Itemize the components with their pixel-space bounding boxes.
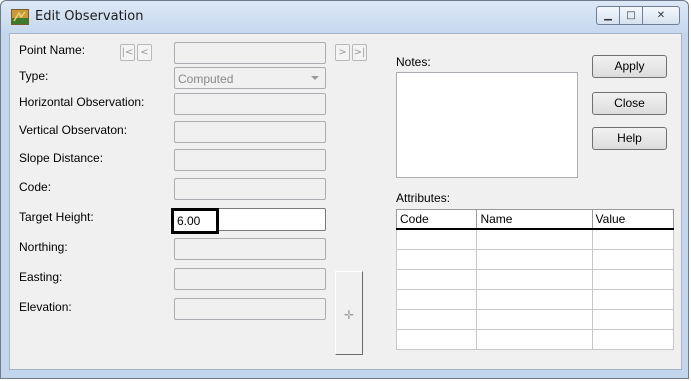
table-cell[interactable] xyxy=(591,329,675,350)
column-header-code[interactable]: Code xyxy=(395,209,478,230)
minimize-icon: ▁ xyxy=(604,10,612,21)
table-cell[interactable] xyxy=(476,309,593,330)
table-row[interactable] xyxy=(395,329,675,350)
table-cell[interactable] xyxy=(591,269,675,290)
previous-point-button[interactable]: < xyxy=(137,44,152,61)
close-icon: ✕ xyxy=(656,10,666,21)
table-row[interactable] xyxy=(395,228,675,250)
table-cell[interactable] xyxy=(395,329,478,350)
table-cell[interactable] xyxy=(395,309,478,330)
target-height-label: Target Height: xyxy=(19,210,94,224)
attributes-label: Attributes: xyxy=(396,191,451,205)
table-cell[interactable] xyxy=(395,228,478,250)
pick-coordinate-button[interactable]: ✛ xyxy=(335,271,363,355)
title-bar[interactable]: Edit Observation ▁ □ ✕ xyxy=(1,1,688,33)
vertical-observation-field[interactable] xyxy=(174,121,326,143)
code-field[interactable] xyxy=(174,178,326,200)
table-cell[interactable] xyxy=(591,249,675,270)
northing-field[interactable] xyxy=(174,238,326,260)
table-cell[interactable] xyxy=(591,289,675,310)
easting-field[interactable] xyxy=(174,268,326,290)
table-cell[interactable] xyxy=(476,249,593,270)
table-cell[interactable] xyxy=(476,329,593,350)
table-cell[interactable] xyxy=(591,228,675,250)
horizontal-observation-field[interactable] xyxy=(174,93,326,115)
target-height-value: 6.00 xyxy=(177,214,201,228)
apply-button[interactable]: Apply xyxy=(592,55,667,78)
attributes-table: Code Name Value xyxy=(395,209,675,350)
window-title: Edit Observation xyxy=(35,9,144,24)
close-window-button[interactable]: ✕ xyxy=(642,6,680,25)
table-cell[interactable] xyxy=(395,269,478,290)
attributes-header-row: Code Name Value xyxy=(395,209,675,230)
point-name-label: Point Name: xyxy=(19,43,86,57)
vertical-observation-label: Vertical Observaton: xyxy=(19,123,128,137)
maximize-button[interactable]: □ xyxy=(619,6,643,25)
notes-textarea[interactable] xyxy=(396,72,578,178)
target-height-highlight: 6.00 xyxy=(171,208,219,234)
table-cell[interactable] xyxy=(476,269,593,290)
table-row[interactable] xyxy=(395,269,675,290)
northing-label: Northing: xyxy=(19,240,68,254)
horizontal-observation-label: Horizontal Observation: xyxy=(19,95,145,109)
slope-distance-field[interactable] xyxy=(174,149,326,171)
table-cell[interactable] xyxy=(395,249,478,270)
help-button[interactable]: Help xyxy=(592,127,667,150)
table-row[interactable] xyxy=(395,289,675,310)
point-name-field[interactable] xyxy=(174,42,326,64)
elevation-label: Elevation: xyxy=(19,300,72,314)
column-header-value[interactable]: Value xyxy=(591,209,675,230)
elevation-field[interactable] xyxy=(174,298,326,320)
first-point-button[interactable]: |< xyxy=(120,44,135,61)
close-button[interactable]: Close xyxy=(592,92,667,115)
crosshair-icon: ✛ xyxy=(344,308,355,322)
maximize-icon: □ xyxy=(626,10,636,21)
survey-app-icon xyxy=(11,9,29,25)
table-cell[interactable] xyxy=(476,289,593,310)
type-label: Type: xyxy=(19,69,49,83)
table-row[interactable] xyxy=(395,249,675,270)
table-cell[interactable] xyxy=(591,309,675,330)
minimize-button[interactable]: ▁ xyxy=(596,6,620,25)
last-point-button[interactable]: >| xyxy=(352,44,367,61)
table-row[interactable] xyxy=(395,309,675,330)
notes-label: Notes: xyxy=(396,55,431,69)
type-select[interactable]: Computed xyxy=(174,67,326,89)
chevron-down-icon xyxy=(311,76,319,80)
table-cell[interactable] xyxy=(476,228,593,250)
type-value: Computed xyxy=(178,72,234,86)
easting-label: Easting: xyxy=(19,270,63,284)
slope-distance-label: Slope Distance: xyxy=(19,151,104,165)
next-point-button[interactable]: > xyxy=(335,44,350,61)
column-header-name[interactable]: Name xyxy=(476,209,593,230)
code-label: Code: xyxy=(19,180,52,194)
table-cell[interactable] xyxy=(395,289,478,310)
dialog-body: Point Name: |< < > >| Type: Computed Hor… xyxy=(9,33,682,370)
edit-observation-window: Edit Observation ▁ □ ✕ Point Name: |< < … xyxy=(0,0,689,379)
